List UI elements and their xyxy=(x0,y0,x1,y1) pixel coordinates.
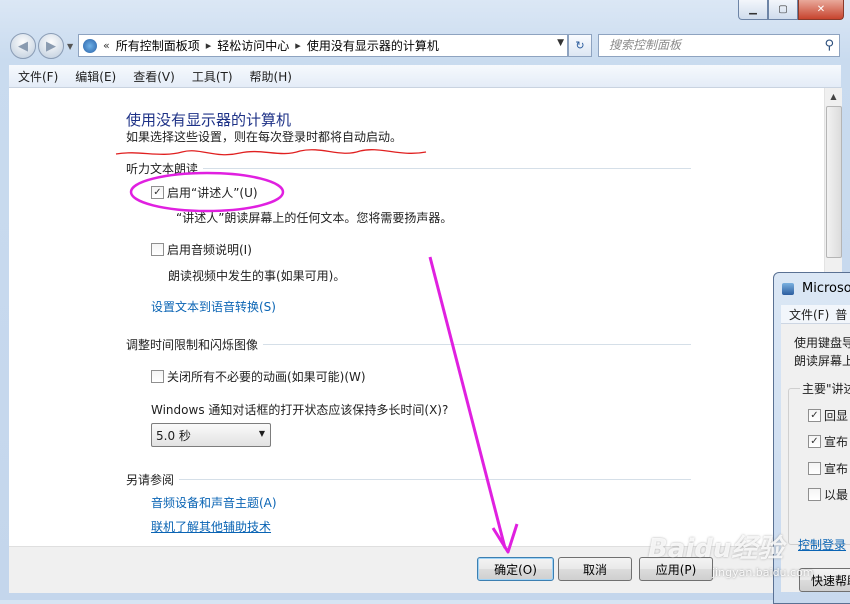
search-box: ⚲ xyxy=(598,34,840,57)
narrator-label[interactable]: 启用“讲述人”(U) xyxy=(167,184,258,201)
page-title: 使用没有显示器的计算机 xyxy=(126,111,292,129)
maximize-button[interactable]: ▢ xyxy=(768,0,798,20)
narrator-option-checkbox[interactable] xyxy=(808,488,821,501)
narrator-app-icon xyxy=(782,283,794,295)
address-bar[interactable]: « 所有控制面板项 ▸ 轻松访问中心 ▸ 使用没有显示器的计算机 ▼ xyxy=(78,34,568,57)
checkmark-icon: ✓ xyxy=(153,186,162,198)
breadcrumb-item-all-items[interactable]: 所有控制面板项 xyxy=(116,37,200,54)
minimize-button[interactable]: ▁ xyxy=(738,0,768,20)
narrator-option-label[interactable]: 以最 xyxy=(824,486,848,503)
back-button[interactable]: ◀ xyxy=(10,33,36,59)
refresh-icon: ↻ xyxy=(575,39,585,52)
search-input[interactable] xyxy=(599,35,809,54)
tts-settings-link[interactable]: 设置文本到语音转换(S) xyxy=(151,298,276,315)
narrator-control-link[interactable]: 控制登录 xyxy=(798,536,846,553)
narrator-option-label[interactable]: 回显 xyxy=(824,407,848,424)
narrator-option-checkbox[interactable] xyxy=(808,462,821,475)
narrator-checkbox[interactable]: ✓ xyxy=(151,186,164,199)
menu-help[interactable]: 帮助(H) xyxy=(241,68,300,85)
narrator-text-line: 使用键盘导 xyxy=(794,336,850,350)
address-dropdown-icon[interactable]: ▼ xyxy=(557,38,564,48)
audio-devices-link[interactable]: 音频设备和声音主题(A) xyxy=(151,494,277,511)
section-divider xyxy=(179,479,691,480)
chevron-down-icon: ▼ xyxy=(258,429,265,438)
narrator-option-label[interactable]: 宣布 xyxy=(824,433,848,450)
scroll-up-icon[interactable]: ▲ xyxy=(825,88,842,105)
control-panel-icon xyxy=(83,38,97,53)
audio-description-checkbox[interactable] xyxy=(151,243,164,256)
audio-description-desc: 朗读视频中发生的事(如果可用)。 xyxy=(168,269,346,283)
breadcrumb-chevron-icon[interactable]: ▸ xyxy=(295,39,301,52)
back-arrow-icon: ◀ xyxy=(18,38,28,54)
section-heading-timing: 调整时间限制和闪烁图像 xyxy=(126,338,259,352)
narrator-text-line: 朗读屏幕上 xyxy=(794,354,850,368)
breadcrumb-item-current[interactable]: 使用没有显示器的计算机 xyxy=(307,37,439,54)
baidu-watermark-logo: Baidu经验 xyxy=(648,534,784,564)
menu-edit[interactable]: 编辑(E) xyxy=(66,68,124,85)
narrator-group-label: 主要"讲述 xyxy=(800,380,850,397)
notification-duration-select[interactable]: 5.0 秒 ▼ xyxy=(151,423,271,447)
page-subtitle: 如果选择这些设置，则在每次登录时都将自动启动。 xyxy=(126,130,403,144)
menu-file[interactable]: 文件(F) xyxy=(9,68,66,85)
audio-description-label[interactable]: 启用音频说明(I) xyxy=(167,241,252,258)
cancel-button[interactable]: 取消 xyxy=(558,557,632,581)
narrator-option-label[interactable]: 宣布 xyxy=(824,460,848,477)
breadcrumb-chevron-icon[interactable]: ▸ xyxy=(206,39,212,52)
refresh-button[interactable]: ↻ xyxy=(568,34,592,57)
notification-duration-label: Windows 通知对话框的打开状态应该保持多长时间(X)? xyxy=(151,403,449,417)
selected-duration: 5.0 秒 xyxy=(156,428,191,443)
narrator-option-checkbox[interactable]: ✓ xyxy=(808,435,821,448)
close-button[interactable]: ✕ xyxy=(798,0,844,20)
narrator-window: Microso 文件(F) 普 使用键盘导 朗读屏幕上 主要"讲述 ✓ 回显 ✓… xyxy=(773,272,850,604)
baidu-watermark-url: jingyan.baidu.com xyxy=(712,566,814,579)
forward-arrow-icon: ▶ xyxy=(46,38,56,54)
caption-buttons: ▁ ▢ ✕ xyxy=(738,0,844,20)
ok-button[interactable]: 确定(O) xyxy=(477,557,554,581)
breadcrumb-overflow[interactable]: « xyxy=(103,39,110,52)
section-heading-see-also: 另请参阅 xyxy=(126,473,175,487)
narrator-window-title: Microso xyxy=(802,281,850,296)
narrator-description: “讲述人”朗读屏幕上的任何文本。您将需要扬声器。 xyxy=(176,211,453,225)
assistive-tech-online-link[interactable]: 联机了解其他辅助技术 xyxy=(151,518,271,535)
narrator-menu-bar: 文件(F) 普 xyxy=(781,305,850,324)
narrator-menu-file[interactable]: 文件(F) xyxy=(781,305,833,323)
scroll-thumb[interactable] xyxy=(826,106,842,258)
checkmark-icon: ✓ xyxy=(810,409,819,421)
section-heading-narration: 听力文本朗读 xyxy=(126,162,199,176)
navigation-buttons: ◀ ▶ ▼ xyxy=(10,33,73,59)
section-divider xyxy=(203,168,691,169)
search-icon[interactable]: ⚲ xyxy=(824,38,834,53)
animations-label[interactable]: 关闭所有不必要的动画(如果可能)(W) xyxy=(167,368,366,385)
narrator-option-checkbox[interactable]: ✓ xyxy=(808,409,821,422)
menu-view[interactable]: 查看(V) xyxy=(124,68,183,85)
section-divider xyxy=(263,344,691,345)
checkmark-icon: ✓ xyxy=(810,435,819,447)
forward-button[interactable]: ▶ xyxy=(38,33,64,59)
narrator-menu-other[interactable]: 普 xyxy=(833,305,847,323)
menu-tools[interactable]: 工具(T) xyxy=(183,68,241,85)
menu-bar: 文件(F) 编辑(E) 查看(V) 工具(T) 帮助(H) xyxy=(9,65,841,88)
recent-pages-dropdown-icon[interactable]: ▼ xyxy=(67,42,73,51)
animations-checkbox[interactable] xyxy=(151,370,164,383)
breadcrumb-item-ease-of-access[interactable]: 轻松访问中心 xyxy=(217,37,289,54)
